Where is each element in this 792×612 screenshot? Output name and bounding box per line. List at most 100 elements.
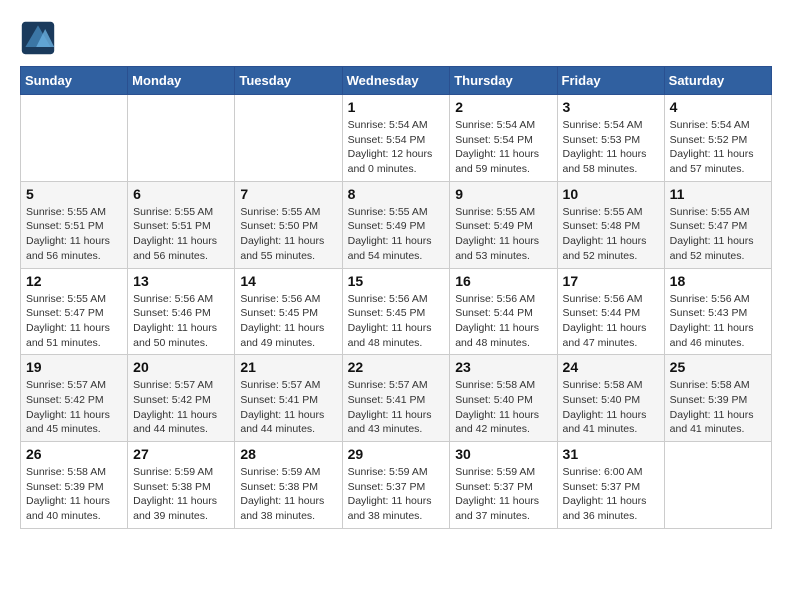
day-info: Sunrise: 5:57 AMSunset: 5:42 PMDaylight:… [26,378,122,437]
sunrise-info: Sunrise: 5:59 AM [455,466,535,478]
daylight-minutes: and 52 minutes. [563,250,638,262]
daylight-label: Daylight: 11 hours [348,409,432,421]
day-cell-15: 15Sunrise: 5:56 AMSunset: 5:45 PMDayligh… [342,268,450,355]
sunrise-info: Sunrise: 5:55 AM [240,206,320,218]
day-number: 12 [26,273,122,289]
day-cell-9: 9Sunrise: 5:55 AMSunset: 5:49 PMDaylight… [450,181,557,268]
sunrise-info: Sunrise: 5:59 AM [133,466,213,478]
day-number: 28 [240,446,336,462]
day-cell-12: 12Sunrise: 5:55 AMSunset: 5:47 PMDayligh… [21,268,128,355]
day-cell-14: 14 Sunrise: 5:56 AMSunset: 5:45 PMDayligh… [235,268,342,355]
day-cell-10: 10Sunrise: 5:55 AMSunset: 5:48 PMDayligh… [557,181,664,268]
daylight-minutes: and 38 minutes. [240,510,315,522]
daylight-minutes: and 50 minutes. [133,337,208,349]
daylight-minutes: and 0 minutes. [348,163,417,175]
daylight-label: Daylight: 11 hours [455,409,539,421]
sunset-info: Sunset: 5:45 PM [240,307,318,319]
sunset-info: Sunset: 5:51 PM [133,220,211,232]
day-number: 7 [240,186,336,202]
day-number: 19 [26,359,122,375]
sunrise-info: Sunrise: 5:56 AM [133,293,213,305]
sunset-info: Sunset: 5:44 PM [455,307,533,319]
day-info: Sunrise: 5:55 AMSunset: 5:51 PMDaylight:… [133,205,229,264]
day-cell-26: 26Sunrise: 5:58 AMSunset: 5:39 PMDayligh… [21,442,128,529]
day-info: Sunrise: 5:57 AMSunset: 5:41 PMDaylight:… [348,378,445,437]
daylight-minutes: and 56 minutes. [26,250,101,262]
daylight-label: Daylight: 11 hours [240,495,324,507]
day-cell-18: 18Sunrise: 5:56 AMSunset: 5:43 PMDayligh… [664,268,771,355]
weekday-header-wednesday: Wednesday [342,67,450,95]
daylight-minutes: and 47 minutes. [563,337,638,349]
sunset-info: Sunset: 5:54 PM [455,134,533,146]
day-info: Sunrise: 5:55 AMSunset: 5:48 PMDaylight:… [563,205,659,264]
daylight-minutes: and 38 minutes. [348,510,423,522]
day-cell-5: 5Sunrise: 5:55 AMSunset: 5:51 PMDaylight… [21,181,128,268]
daylight-label: Daylight: 11 hours [133,235,217,247]
day-number: 14 [240,273,336,289]
sunset-info: Sunset: 5:48 PM [563,220,641,232]
daylight-minutes: and 49 minutes. [240,337,315,349]
day-cell-25: 25Sunrise: 5:58 AMSunset: 5:39 PMDayligh… [664,355,771,442]
logo-icon [20,20,56,56]
day-number: 16 [455,273,551,289]
day-cell-19: 19 Sunrise: 5:57 AMSunset: 5:42 PMDayligh… [21,355,128,442]
daylight-minutes: and 41 minutes. [670,423,745,435]
day-cell-29: 29 Sunrise: 5:59 AMSunset: 5:37 PMDayligh… [342,442,450,529]
daylight-label: Daylight: 11 hours [26,235,110,247]
day-number: 2 [455,99,551,115]
day-info: Sunrise: 5:59 AMSunset: 5:38 PMDaylight:… [240,465,336,524]
daylight-label: Daylight: 11 hours [455,495,539,507]
day-info: Sunrise: 5:58 AMSunset: 5:40 PMDaylight:… [455,378,551,437]
sunrise-info: Sunrise: 5:57 AM [133,379,213,391]
empty-cell [664,442,771,529]
sunrise-info: Sunrise: 5:54 AM [348,119,428,131]
calendar-body: 1 Sunrise: 5:54 AM Sunset: 5:54 PM Daylight… [21,95,772,529]
day-cell-6: 6Sunrise: 5:55 AMSunset: 5:51 PMDaylight… [128,181,235,268]
sunrise-info: Sunrise: 5:58 AM [26,466,106,478]
sunset-info: Sunset: 5:38 PM [133,481,211,493]
day-cell-16: 16Sunrise: 5:56 AMSunset: 5:44 PMDayligh… [450,268,557,355]
day-info: Sunrise: 5:56 AMSunset: 5:45 PMDaylight:… [348,292,445,351]
day-number: 29 [348,446,445,462]
empty-cell [21,95,128,182]
day-cell-7: 7 Sunrise: 5:55 AMSunset: 5:50 PMDaylight… [235,181,342,268]
daylight-label: Daylight: 11 hours [670,235,754,247]
daylight-minutes: and 51 minutes. [26,337,101,349]
daylight-minutes: and 43 minutes. [348,423,423,435]
daylight-label: Daylight: 11 hours [133,322,217,334]
day-number: 24 [563,359,659,375]
day-number: 18 [670,273,766,289]
sunset-info: Sunset: 5:37 PM [563,481,641,493]
day-number: 1 [348,99,445,115]
daylight-minutes: and 55 minutes. [240,250,315,262]
day-number: 3 [563,99,659,115]
daylight-minutes: and 45 minutes. [26,423,101,435]
daylight-minutes: and 36 minutes. [563,510,638,522]
weekday-header-friday: Friday [557,67,664,95]
day-info: Sunrise: 5:59 AMSunset: 5:37 PMDaylight:… [348,465,445,524]
sunset-info: Sunset: 5:52 PM [670,134,748,146]
day-info: Sunrise: 5:58 AMSunset: 5:39 PMDaylight:… [26,465,122,524]
day-info: Sunrise: 5:56 AMSunset: 5:45 PMDaylight:… [240,292,336,351]
day-info: Sunrise: 5:56 AMSunset: 5:46 PMDaylight:… [133,292,229,351]
page-header [20,20,772,56]
calendar: SundayMondayTuesdayWednesdayThursdayFrid… [20,66,772,529]
daylight-minutes: and 56 minutes. [133,250,208,262]
calendar-header: SundayMondayTuesdayWednesdayThursdayFrid… [21,67,772,95]
day-info: Sunrise: 5:57 AMSunset: 5:42 PMDaylight:… [133,378,229,437]
day-info: Sunrise: 5:55 AMSunset: 5:50 PMDaylight:… [240,205,336,264]
sunset-info: Sunset: 5:47 PM [26,307,104,319]
day-cell-28: 28 Sunrise: 5:59 AMSunset: 5:38 PMDayligh… [235,442,342,529]
day-info: Sunrise: 5:56 AMSunset: 5:44 PMDaylight:… [563,292,659,351]
daylight-label: Daylight: 11 hours [240,322,324,334]
week-row-4: 19 Sunrise: 5:57 AMSunset: 5:42 PMDayligh… [21,355,772,442]
sunset-info: Sunset: 5:40 PM [563,394,641,406]
sunrise-info: Sunrise: 5:56 AM [455,293,535,305]
daylight-label: Daylight: 11 hours [563,235,647,247]
daylight-minutes: and 52 minutes. [670,250,745,262]
weekday-header-saturday: Saturday [664,67,771,95]
day-info: Sunrise: 5:59 AMSunset: 5:37 PMDaylight:… [455,465,551,524]
day-cell-3: 3Sunrise: 5:54 AMSunset: 5:53 PMDaylight… [557,95,664,182]
daylight-label: Daylight: 11 hours [348,322,432,334]
daylight-minutes: and 48 minutes. [455,337,530,349]
